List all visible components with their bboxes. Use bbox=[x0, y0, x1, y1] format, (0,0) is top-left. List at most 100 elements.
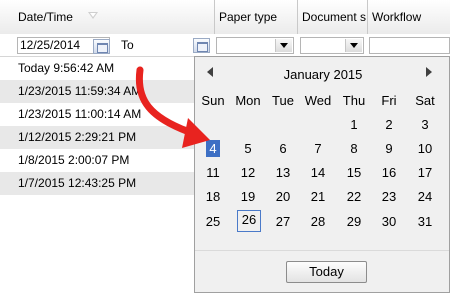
table-row[interactable]: 1/8/2015 2:00:07 PM bbox=[0, 149, 195, 172]
table-row[interactable]: 1/23/2015 11:59:34 AM bbox=[0, 80, 195, 103]
grid-header: Date/Time Paper type Document s Workflow bbox=[0, 0, 450, 35]
workflow-filter-select[interactable] bbox=[369, 37, 450, 54]
to-label: To bbox=[121, 38, 134, 52]
calendar-day-label: 6 bbox=[279, 141, 287, 156]
calendar-day[interactable]: 31 bbox=[408, 212, 442, 232]
calendar-day[interactable]: 10 bbox=[408, 139, 442, 159]
calendar-day-label: 17 bbox=[417, 165, 433, 180]
calendar-day-label: 16 bbox=[381, 165, 397, 180]
calendar-icon[interactable] bbox=[93, 39, 110, 54]
calendar-day-label: 26 bbox=[241, 212, 257, 227]
date-cell: 1/12/2015 2:29:21 PM bbox=[18, 130, 137, 144]
calendar-day[interactable]: 30 bbox=[372, 212, 406, 232]
column-header-workflow[interactable]: Workflow bbox=[368, 0, 450, 34]
calendar-day-label: 10 bbox=[417, 141, 433, 156]
table-row[interactable]: 1/7/2015 12:43:25 PM bbox=[0, 172, 195, 195]
chevron-down-icon[interactable] bbox=[275, 39, 292, 52]
calendar-day[interactable]: 14 bbox=[301, 163, 335, 183]
table-row[interactable]: 1/23/2015 11:00:14 AM bbox=[0, 103, 195, 126]
calendar-day[interactable]: 27 bbox=[266, 212, 300, 232]
date-cell: 1/23/2015 11:59:34 AM bbox=[18, 84, 142, 98]
calendar-day[interactable]: 5 bbox=[231, 139, 265, 159]
column-header-document-status[interactable]: Document s bbox=[298, 0, 368, 34]
today-button[interactable]: Today bbox=[286, 261, 367, 283]
calendar-day-label: 31 bbox=[417, 214, 433, 229]
next-month-icon[interactable] bbox=[426, 67, 432, 77]
table-row[interactable]: Today 9:56:42 AM bbox=[0, 57, 195, 80]
calendar-day[interactable]: 1 bbox=[337, 115, 371, 135]
calendar-day[interactable]: 28 bbox=[301, 212, 335, 232]
date-cell: 1/7/2015 12:43:25 PM bbox=[18, 176, 137, 190]
calendar-day-label: 20 bbox=[275, 189, 291, 204]
calendar-day[interactable]: 29 bbox=[337, 212, 371, 232]
column-header-paper-type[interactable]: Paper type bbox=[215, 0, 298, 34]
calendar-day[interactable]: 25 bbox=[196, 212, 230, 232]
calendar-day-label: 5 bbox=[244, 141, 252, 156]
calendar-day-label: 3 bbox=[421, 117, 429, 132]
weekday-header: Mon bbox=[235, 93, 261, 108]
calendar-day[interactable]: 20 bbox=[266, 187, 300, 207]
document-status-filter-select[interactable] bbox=[300, 37, 364, 54]
calendar-day[interactable]: 4 bbox=[196, 139, 230, 159]
calendar-day[interactable]: 23 bbox=[372, 187, 406, 207]
column-header-date-time[interactable]: Date/Time bbox=[0, 0, 215, 34]
column-label: Date/Time bbox=[18, 10, 73, 24]
weekday-header: Sat bbox=[415, 93, 435, 108]
calendar-day-label: 22 bbox=[346, 189, 362, 204]
calendar-day[interactable]: 16 bbox=[372, 163, 406, 183]
calendar-day[interactable]: 11 bbox=[196, 163, 230, 183]
chevron-down-icon[interactable] bbox=[345, 39, 362, 52]
calendar-day[interactable]: 3 bbox=[408, 115, 442, 135]
calendar-day-label: 1 bbox=[350, 117, 358, 132]
calendar-day-label: 13 bbox=[275, 165, 291, 180]
calendar-day[interactable]: 7 bbox=[301, 139, 335, 159]
calendar-day-label: 8 bbox=[350, 141, 358, 156]
calendar-day[interactable]: 17 bbox=[408, 163, 442, 183]
calendar-day-label: 19 bbox=[240, 189, 256, 204]
calendar-day-label: 24 bbox=[417, 189, 433, 204]
table-row[interactable]: 1/12/2015 2:29:21 PM bbox=[0, 126, 195, 149]
calendar-day-label: 30 bbox=[381, 214, 397, 229]
sort-indicator-icon[interactable] bbox=[88, 12, 98, 19]
calendar-day-label: 21 bbox=[310, 189, 326, 204]
calendar-day[interactable]: 26 bbox=[237, 210, 261, 232]
calendar-day-label: 4 bbox=[206, 140, 220, 157]
calendar-day-label: 7 bbox=[314, 141, 322, 156]
weekday-header: Sun bbox=[201, 93, 225, 108]
column-label: Paper type bbox=[219, 10, 278, 24]
date-from-value: 12/25/2014 bbox=[20, 38, 81, 52]
calendar-day-label: 25 bbox=[205, 214, 221, 229]
date-cell: 1/23/2015 11:00:14 AM bbox=[18, 107, 142, 121]
calendar-day[interactable]: 6 bbox=[266, 139, 300, 159]
calendar-day[interactable]: 2 bbox=[372, 115, 406, 135]
calendar-day[interactable]: 8 bbox=[337, 139, 371, 159]
calendar-day[interactable]: 22 bbox=[337, 187, 371, 207]
calendar-day[interactable]: 15 bbox=[337, 163, 371, 183]
calendar-day-label: 2 bbox=[385, 117, 393, 132]
filter-row: 12/25/2014 To bbox=[0, 34, 450, 57]
calendar-icon[interactable] bbox=[193, 38, 210, 53]
weekday-header: Wed bbox=[304, 93, 332, 108]
weekday-header: Thu bbox=[342, 93, 366, 108]
calendar-day-label: 28 bbox=[310, 214, 326, 229]
weekday-header: Fri bbox=[381, 93, 397, 108]
calendar-day-label: 9 bbox=[385, 141, 393, 156]
date-cell: 1/8/2015 2:00:07 PM bbox=[18, 153, 130, 167]
calendar-day[interactable]: 12 bbox=[231, 163, 265, 183]
weekday-header: Tue bbox=[272, 93, 294, 108]
calendar-day[interactable]: 21 bbox=[301, 187, 335, 207]
calendar-day[interactable]: 9 bbox=[372, 139, 406, 159]
calendar-month-title: January 2015 bbox=[283, 67, 363, 82]
calendar-day[interactable]: 18 bbox=[196, 187, 230, 207]
calendar-day-label: 14 bbox=[310, 165, 326, 180]
calendar-popup: January 2015 Today Sun Mon Tue Wed Thu Fri Sat… bbox=[194, 56, 450, 293]
calendar-day-label: 29 bbox=[346, 214, 362, 229]
calendar-day[interactable]: 24 bbox=[408, 187, 442, 207]
date-from-input[interactable]: 12/25/2014 bbox=[17, 37, 110, 54]
paper-type-filter-select[interactable] bbox=[216, 37, 294, 54]
calendar-day[interactable]: 19 bbox=[231, 187, 265, 207]
date-cell: Today 9:56:42 AM bbox=[18, 61, 115, 75]
column-label: Document s bbox=[302, 10, 367, 24]
calendar-day-label: 15 bbox=[346, 165, 362, 180]
calendar-day[interactable]: 13 bbox=[266, 163, 300, 183]
